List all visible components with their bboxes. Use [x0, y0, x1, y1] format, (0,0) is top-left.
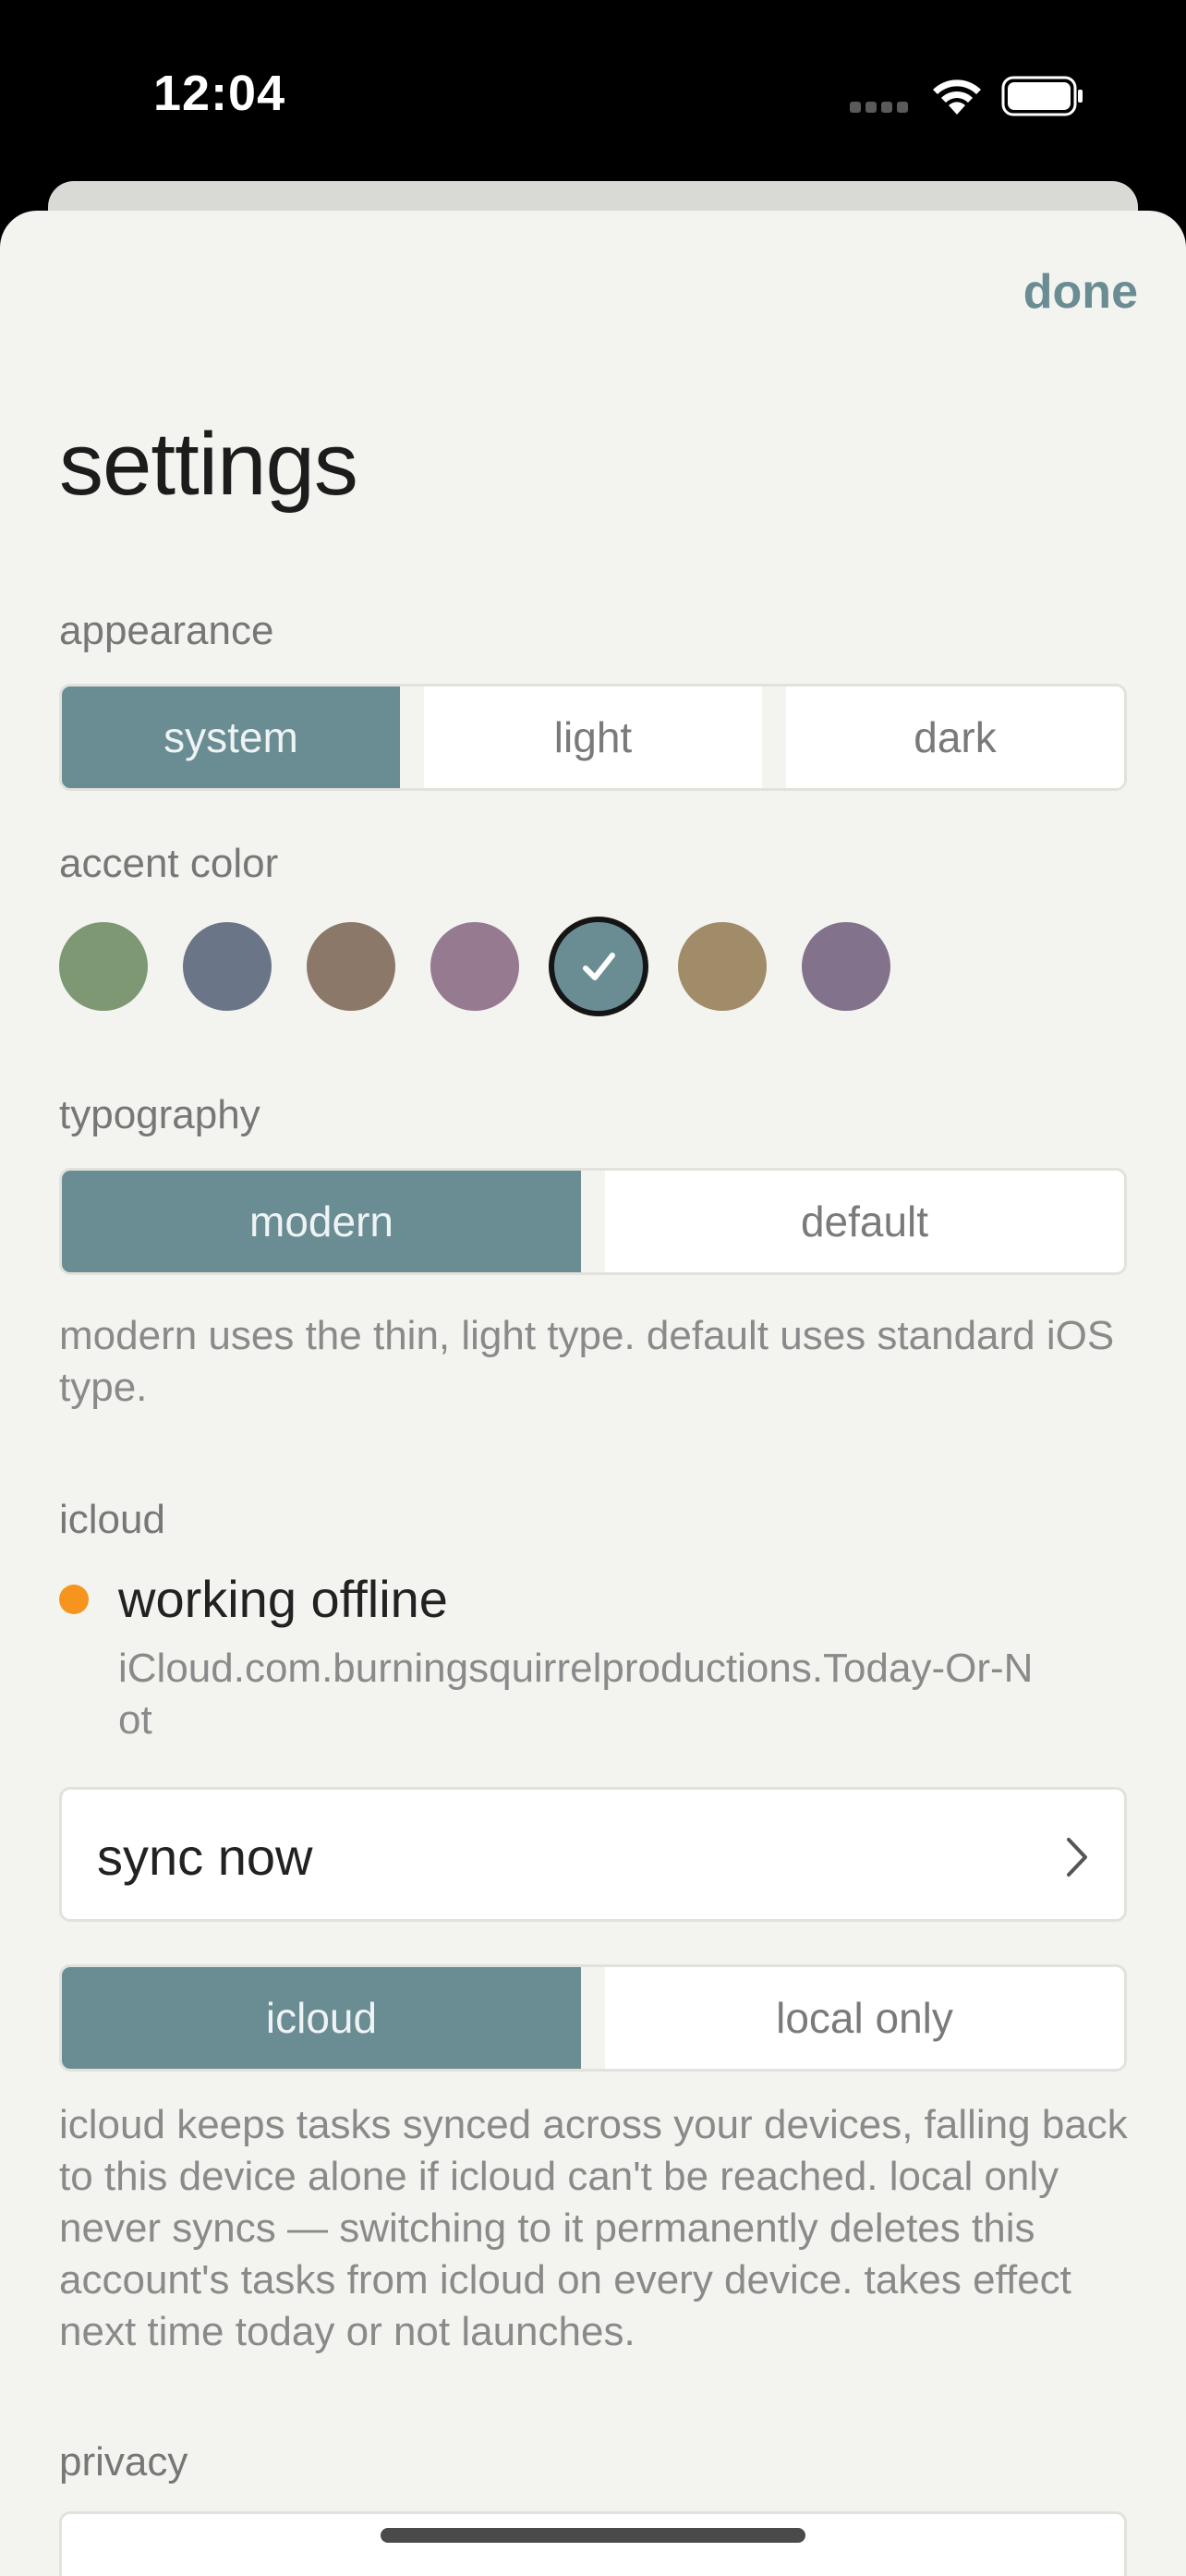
accent-swatch-4[interactable]	[430, 922, 519, 1011]
typography-option-modern[interactable]: modern	[62, 1171, 581, 1272]
sync-mode-segmented-control: icloud local only	[59, 1964, 1127, 2072]
icloud-label: icloud	[59, 1497, 165, 1542]
typography-segmented-control: modern default	[59, 1168, 1127, 1275]
settings-sheet: done settings appearance system light da…	[0, 211, 1186, 2576]
accent-swatch-7[interactable]	[802, 922, 890, 1011]
typography-help-text: modern uses the thin, light type. defaul…	[59, 1313, 1115, 1410]
appearance-option-light[interactable]: light	[400, 687, 762, 788]
battery-icon	[1001, 76, 1083, 116]
page-title: settings	[59, 415, 358, 514]
sync-now-label: sync now	[97, 1828, 313, 1886]
done-button[interactable]: done	[1023, 264, 1138, 320]
appearance-label: appearance	[59, 608, 274, 653]
sync-mode-help-text: icloud keeps tasks synced across your de…	[59, 2102, 1128, 2354]
typography-option-default[interactable]: default	[581, 1171, 1124, 1272]
cellular-signal-icon	[850, 102, 909, 115]
sync-status-dot	[59, 1585, 89, 1614]
appearance-option-system[interactable]: system	[62, 687, 400, 788]
typography-label: typography	[59, 1092, 260, 1137]
accent-swatch-2[interactable]	[183, 922, 272, 1011]
home-indicator[interactable]	[381, 2528, 805, 2543]
status-time: 12:04	[153, 66, 286, 121]
accent-swatch-1[interactable]	[59, 922, 148, 1011]
accent-swatch-5[interactable]	[554, 922, 643, 1011]
sync-mode-option-local-only[interactable]: local only	[581, 1967, 1124, 2069]
wifi-icon	[933, 79, 981, 115]
appearance-segmented-control: system light dark	[59, 684, 1127, 791]
appearance-option-dark[interactable]: dark	[762, 687, 1124, 788]
status-bar: 12:04	[0, 0, 1186, 185]
sync-mode-option-icloud[interactable]: icloud	[62, 1967, 581, 2069]
accent-swatch-3[interactable]	[307, 922, 395, 1011]
privacy-label: privacy	[59, 2439, 188, 2485]
sync-now-button[interactable]: sync now	[59, 1787, 1127, 1922]
checkmark-icon	[583, 953, 615, 980]
accent-color-label: accent color	[59, 841, 279, 886]
icloud-container-id: iCloud.com.burningsquirrelproductions.To…	[118, 1646, 1034, 1743]
accent-swatch-6[interactable]	[678, 922, 767, 1011]
sync-status-title: working offline	[118, 1570, 448, 1628]
chevron-right-icon	[1067, 1838, 1087, 1877]
